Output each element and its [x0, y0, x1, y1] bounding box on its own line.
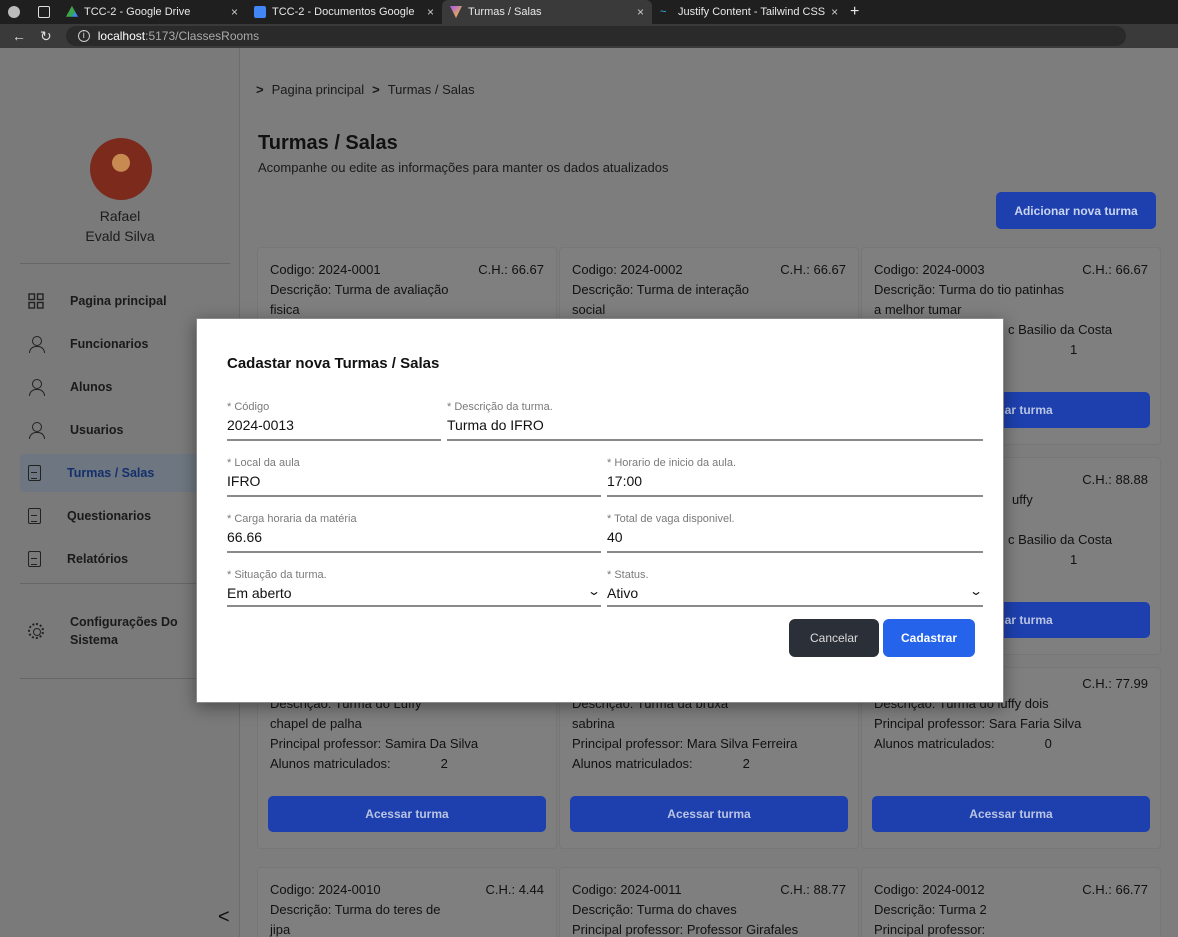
user-icon	[28, 379, 45, 396]
divider	[20, 263, 230, 264]
situation-select[interactable]: * Situação da turma. Em aberto ⌄	[227, 569, 601, 607]
user-name: Rafael Evald Silva	[85, 208, 155, 244]
page: Rafael Evald Silva Pagina principal Func…	[0, 48, 1178, 937]
submit-button[interactable]: Cadastrar	[883, 619, 975, 657]
start-time-field[interactable]: * Horario de inicio da aula. 17:00	[607, 457, 983, 497]
tab-turmas-salas[interactable]: Turmas / Salas ×	[442, 0, 652, 24]
access-class-button[interactable]: Acessar turma	[570, 796, 848, 832]
new-tab-button[interactable]: +	[842, 0, 866, 24]
class-card: Codigo: 2024-0010 C.H.: 4.44 Descrição: T…	[258, 868, 556, 937]
collapse-sidebar-button[interactable]: <	[218, 906, 230, 929]
field-label: * Carga horaria da matéria	[227, 513, 357, 525]
tailwind-icon: ~	[660, 6, 667, 18]
info-icon[interactable]: i	[77, 30, 90, 42]
close-icon[interactable]: ×	[831, 5, 838, 19]
access-class-button[interactable]: Acessar turma	[268, 796, 546, 832]
field-value: Ativo	[607, 585, 639, 601]
modal-title: Cadastar nova Turmas / Salas	[227, 355, 440, 372]
docs-icon	[254, 6, 266, 18]
class-card: Codigo: 2024-0012 C.H.: 66.77 Descrição: …	[862, 868, 1160, 937]
field-label: * Descrição da turma.	[447, 401, 553, 413]
status-select[interactable]: * Status. Ativo ⌄	[607, 569, 983, 607]
url-field[interactable]: i localhost:5173/ClassesRooms	[65, 26, 1126, 46]
tab-actions-icon[interactable]	[30, 0, 58, 24]
field-label: * Horario de inicio da aula.	[607, 457, 737, 469]
tab-google-docs[interactable]: TCC-2 - Documentos Google ×	[246, 0, 442, 24]
sidebar-item-pagina-principal[interactable]: Pagina principal	[20, 282, 240, 320]
chevron-right-icon: >	[372, 82, 380, 97]
reload-icon[interactable]: ↻	[40, 28, 52, 45]
field-label: * Local da aula	[227, 457, 300, 469]
field-value: 40	[607, 529, 623, 545]
address-bar: ← ↻ i localhost:5173/ClassesRooms	[0, 24, 1178, 48]
tab-title: Turmas / Salas	[468, 6, 542, 18]
code-field[interactable]: * Código 2024-0013	[227, 401, 441, 441]
chevron-right-icon: >	[256, 82, 264, 97]
sidebar-item-label: Pagina principal	[70, 294, 167, 308]
cancel-button[interactable]: Cancelar	[789, 619, 879, 657]
document-icon	[28, 508, 41, 524]
chevron-down-icon: ⌄	[968, 584, 984, 598]
field-label: * Situação da turma.	[227, 569, 327, 581]
document-icon	[28, 551, 41, 567]
sidebar-item-label: Turmas / Salas	[67, 466, 155, 480]
sidebar-item-label: Configurações Do Sistema	[70, 615, 178, 647]
breadcrumb-item[interactable]: Turmas / Salas	[388, 82, 475, 97]
access-class-button[interactable]: Acessar turma	[872, 796, 1150, 832]
breadcrumb-item[interactable]: Pagina principal	[272, 82, 365, 97]
field-value: 66.66	[227, 529, 263, 545]
close-icon[interactable]: ×	[427, 5, 434, 19]
drive-icon	[66, 6, 78, 17]
field-value: IFRO	[227, 473, 261, 489]
profile-icon[interactable]	[0, 0, 30, 24]
sidebar-item-label: Relatórios	[67, 552, 129, 566]
grid-icon	[28, 293, 44, 309]
close-icon[interactable]: ×	[231, 5, 238, 19]
user-icon	[28, 336, 45, 353]
location-field[interactable]: * Local da aula IFRO	[227, 457, 601, 497]
field-value: 17:00	[607, 473, 643, 489]
user-icon	[28, 422, 45, 439]
field-label: * Código	[227, 401, 270, 413]
description-field[interactable]: * Descrição da turma. Turma do IFRO	[447, 401, 983, 441]
tab-title: Justify Content - Tailwind CSS	[678, 6, 826, 18]
vite-icon	[450, 6, 462, 18]
close-icon[interactable]: ×	[637, 5, 644, 19]
class-card: Codigo: 2024-0011 C.H.: 88.77 Descrição: …	[560, 868, 858, 937]
sidebar-item-label: Funcionarios	[70, 337, 149, 351]
sidebar-item-label: Questionarios	[67, 509, 152, 523]
page-subtitle: Acompanhe ou edite as informações para m…	[258, 160, 669, 175]
new-class-modal: Cadastar nova Turmas / Salas * Código 20…	[196, 318, 1004, 703]
breadcrumb: > Pagina principal > Turmas / Salas	[256, 82, 475, 97]
avatar	[90, 138, 152, 200]
field-value: 2024-0013	[227, 417, 294, 433]
back-arrow-icon[interactable]: ←	[12, 28, 26, 44]
url-path: :5173/ClassesRooms	[145, 29, 260, 43]
sidebar-item-label: Usuarios	[70, 423, 124, 437]
tab-tailwind[interactable]: ~ Justify Content - Tailwind CSS ×	[652, 0, 842, 24]
tab-title: TCC-2 - Google Drive	[84, 6, 191, 18]
add-class-button[interactable]: Adicionar nova turma	[996, 192, 1156, 229]
field-value: Em aberto	[227, 585, 292, 601]
browser-tab-bar: TCC-2 - Google Drive × TCC-2 - Documento…	[0, 0, 1178, 24]
page-title: Turmas / Salas	[258, 132, 398, 154]
tab-title: TCC-2 - Documentos Google	[272, 6, 415, 18]
url-host: localhost	[97, 29, 146, 43]
vacancies-field[interactable]: * Total de vaga disponivel. 40	[607, 513, 983, 553]
gear-icon	[28, 623, 44, 639]
sidebar-item-label: Alunos	[70, 380, 113, 394]
workload-field[interactable]: * Carga horaria da matéria 66.66	[227, 513, 601, 553]
chevron-down-icon: ⌄	[586, 584, 602, 598]
document-icon	[28, 465, 41, 481]
tab-google-drive[interactable]: TCC-2 - Google Drive ×	[58, 0, 246, 24]
field-value: Turma do IFRO	[447, 417, 544, 433]
field-label: * Status.	[607, 569, 649, 581]
field-label: * Total de vaga disponivel.	[607, 513, 735, 525]
